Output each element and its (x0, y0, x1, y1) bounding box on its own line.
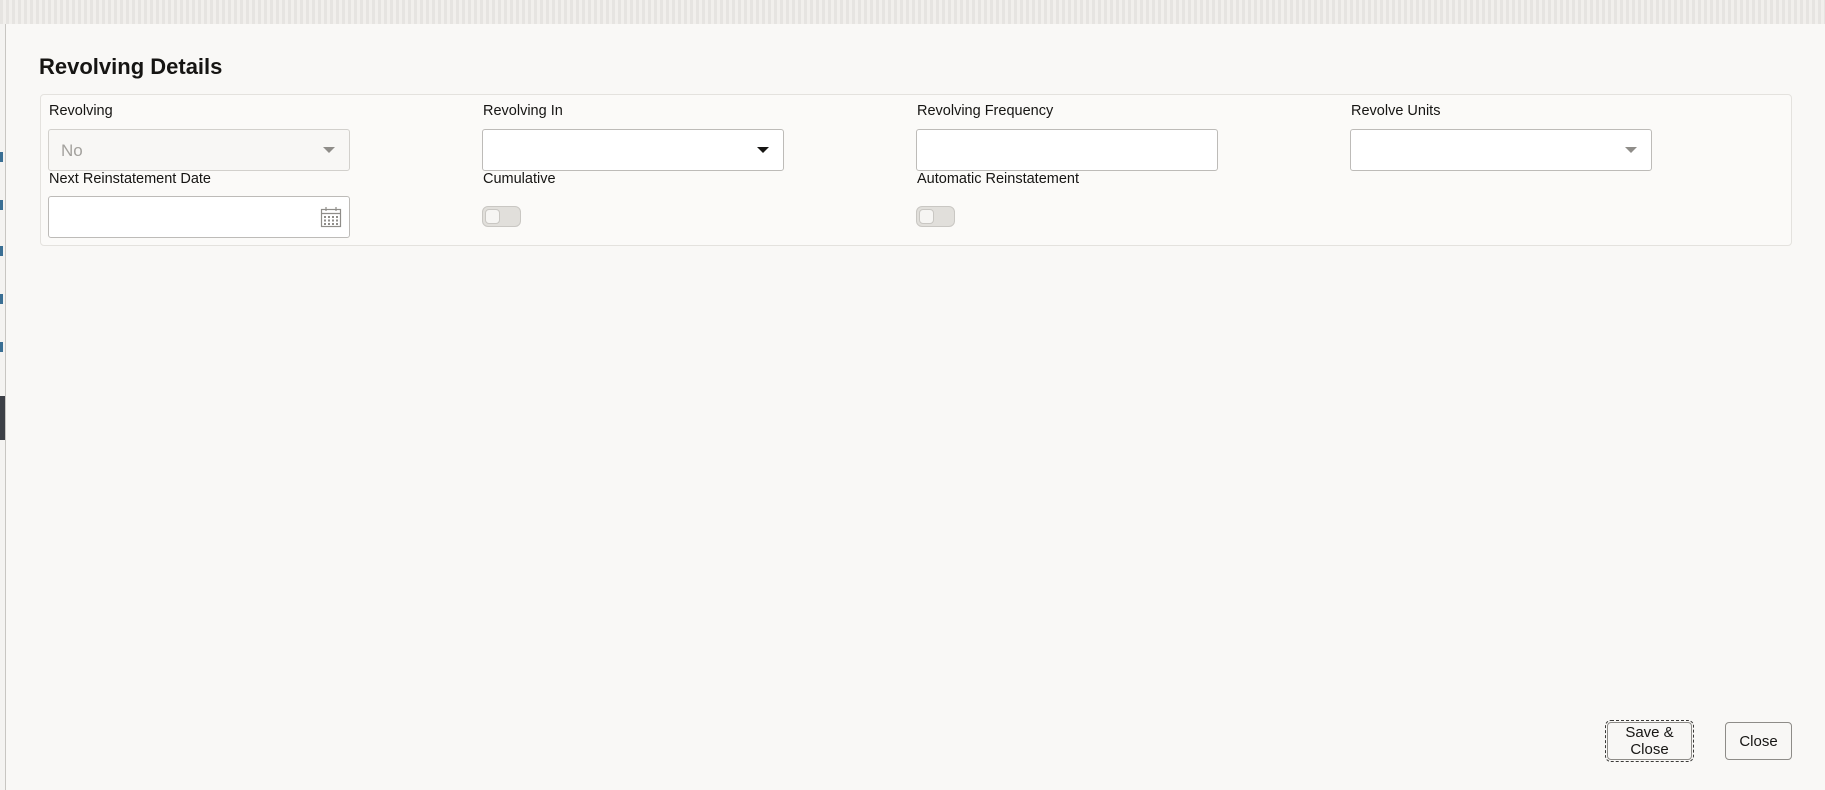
revolving-label: Revolving (49, 103, 113, 119)
next-reinstatement-date-input[interactable] (48, 196, 350, 238)
revolve-units-select[interactable] (1350, 129, 1652, 171)
close-button[interactable]: Close (1725, 722, 1792, 760)
revolving-frequency-input[interactable] (916, 129, 1218, 171)
cumulative-toggle[interactable] (482, 206, 521, 227)
revolving-select-value: No (61, 141, 83, 160)
dialog-title: Revolving Details (39, 54, 223, 79)
revolving-frequency-label: Revolving Frequency (917, 103, 1054, 119)
chevron-down-icon (1625, 147, 1637, 153)
next-reinstatement-date-label: Next Reinstatement Date (49, 171, 211, 187)
background-edge-mark (0, 246, 3, 256)
revolving-details-dialog: Revolving Details Revolving No Revolving… (5, 24, 1825, 790)
calendar-icon[interactable] (320, 206, 342, 228)
save-and-close-button[interactable]: Save & Close (1605, 720, 1694, 762)
background-edge-mark (0, 152, 3, 162)
toggle-knob (919, 209, 934, 224)
background-edge-mark (0, 200, 3, 210)
revolving-in-select[interactable] (482, 129, 784, 171)
chevron-down-icon (757, 147, 769, 153)
revolving-select[interactable]: No (48, 129, 350, 171)
background-edge-mark (0, 294, 3, 304)
toggle-knob (485, 209, 500, 224)
background-header-strip (0, 0, 1825, 24)
revolve-units-label: Revolve Units (1351, 103, 1441, 119)
revolving-in-label: Revolving In (483, 103, 563, 119)
automatic-reinstatement-toggle[interactable] (916, 206, 955, 227)
revolving-form-panel: Revolving No Revolving In Revolving Freq… (40, 94, 1792, 246)
chevron-down-icon (323, 147, 335, 153)
cumulative-label: Cumulative (483, 171, 556, 187)
automatic-reinstatement-label: Automatic Reinstatement (917, 171, 1079, 187)
background-edge-mark (0, 342, 3, 352)
